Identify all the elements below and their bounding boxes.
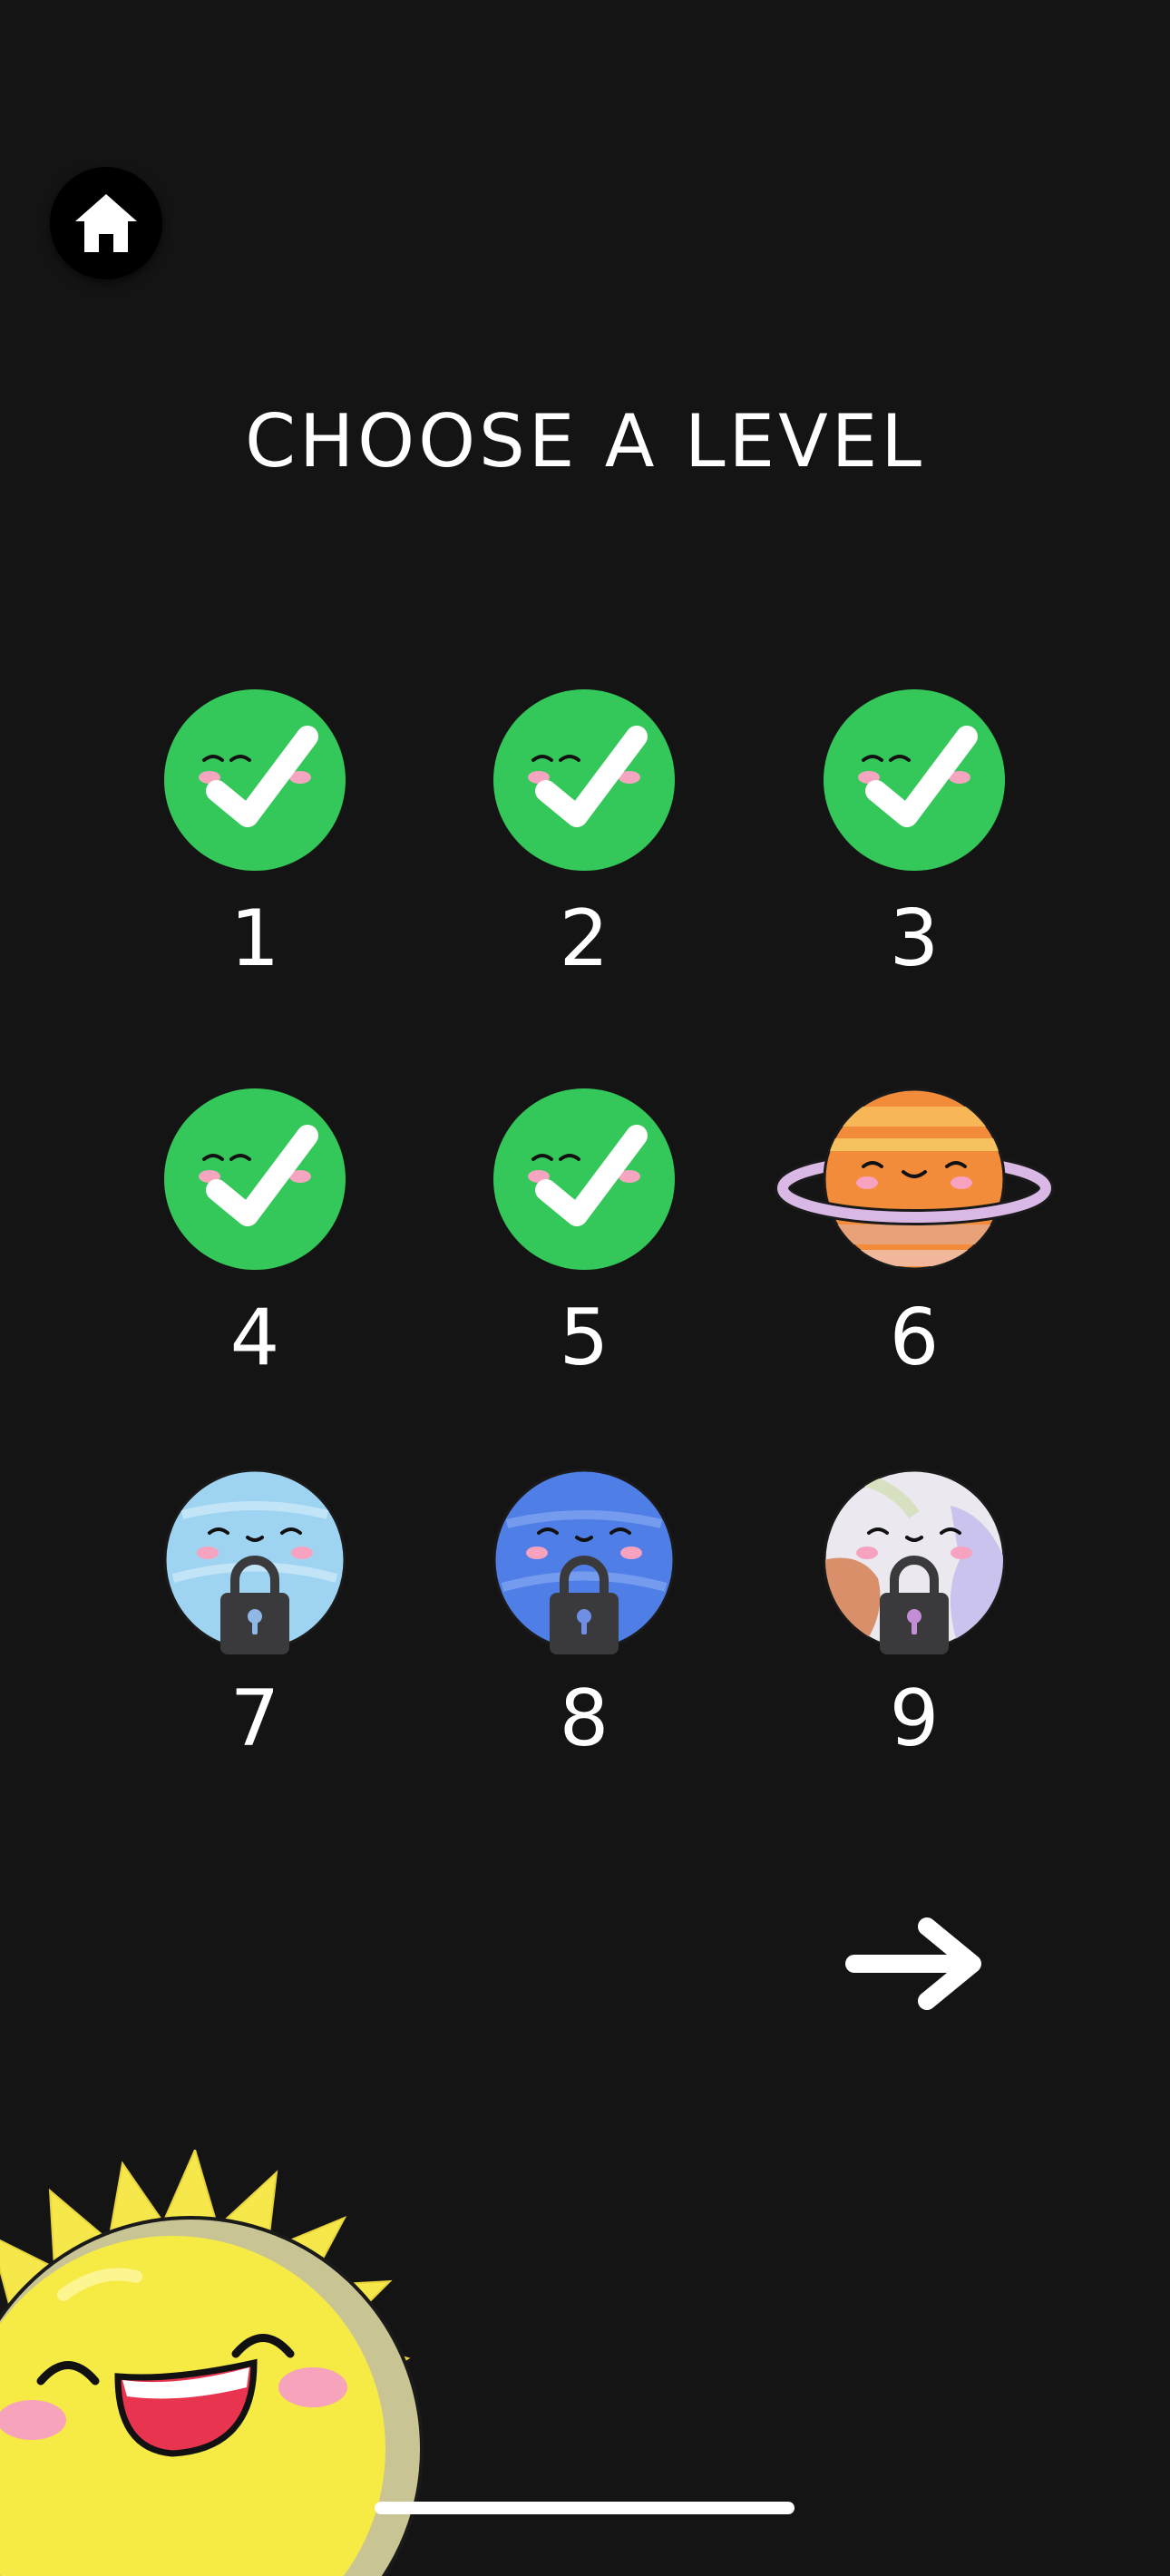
home-button[interactable]	[50, 167, 162, 279]
light-blue-planet-icon	[163, 1469, 346, 1654]
arrow-right-icon	[845, 1917, 981, 2010]
check-face-icon	[824, 689, 1005, 871]
level-number: 4	[229, 1293, 280, 1383]
level-2-button[interactable]: 2	[448, 689, 720, 998]
level-number: 7	[229, 1673, 280, 1764]
page-title: CHOOSE A LEVEL	[245, 399, 925, 483]
check-face-icon	[164, 689, 346, 871]
level-number: 2	[559, 893, 609, 984]
home-icon	[75, 194, 137, 252]
level-7-button[interactable]: 7	[119, 1469, 391, 1778]
level-5-button[interactable]: 5	[448, 1088, 720, 1397]
level-8-button[interactable]: 8	[448, 1469, 720, 1778]
level-4-button[interactable]: 4	[119, 1088, 391, 1397]
level-number: 9	[889, 1673, 940, 1764]
level-number: 3	[889, 893, 940, 984]
level-6-button[interactable]: 6	[775, 1088, 1054, 1397]
home-indicator[interactable]	[375, 2502, 795, 2514]
ringed-planet-icon	[775, 1088, 1054, 1271]
level-number: 1	[229, 893, 280, 984]
level-number: 5	[559, 1293, 609, 1383]
next-page-button[interactable]	[843, 1914, 989, 2014]
blue-planet-icon	[492, 1469, 676, 1654]
check-face-icon	[493, 1088, 675, 1270]
check-face-icon	[164, 1088, 346, 1270]
level-number: 6	[889, 1293, 940, 1383]
level-1-button[interactable]: 1	[119, 689, 391, 998]
level-number: 8	[559, 1673, 609, 1764]
level-9-button[interactable]: 9	[778, 1469, 1050, 1778]
check-face-icon	[493, 689, 675, 871]
level-3-button[interactable]: 3	[778, 689, 1050, 998]
pale-planet-icon	[823, 1469, 1006, 1654]
